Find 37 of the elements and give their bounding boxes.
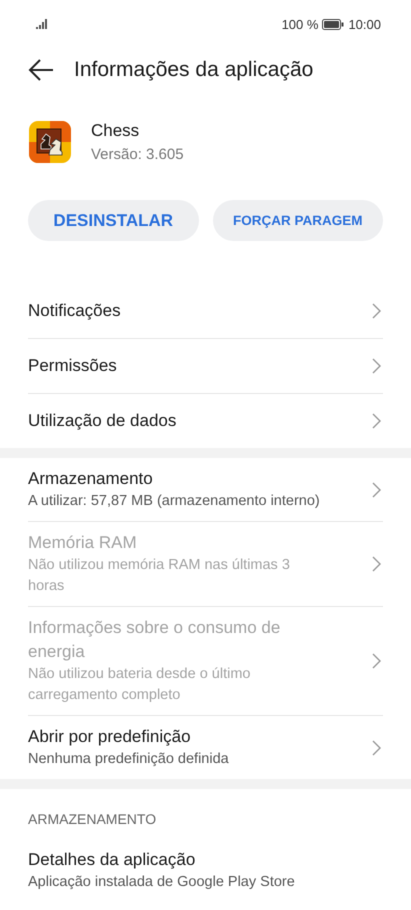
clock: 10:00 (348, 16, 381, 32)
item-title: Utilização de dados (28, 410, 178, 432)
item-title: Abrir por predefinição (28, 726, 192, 748)
item-subtitle: Aplicação instalada de Google Play Store (28, 873, 296, 892)
action-button[interactable]: FORÇAR PARAGEM (212, 200, 383, 241)
battery-icon (322, 18, 344, 30)
chess-app-icon (29, 121, 71, 163)
section-header: ARMAZENAMENTO (28, 810, 158, 829)
item-title: Armazenamento (28, 468, 154, 490)
chevron-right-icon (372, 740, 381, 756)
app-version: Versão: 3.605 (91, 146, 184, 163)
settings-item[interactable]: Notificações (28, 283, 383, 338)
back-button[interactable] (28, 59, 54, 81)
signal-icon (36, 19, 48, 29)
screen-title: Informações da aplicação (74, 58, 314, 82)
back-arrow-icon (28, 59, 54, 81)
app-name: Chess (91, 121, 140, 141)
battery-percentage: 100 % (282, 16, 318, 32)
settings-item[interactable]: Armazenamento A utilizar: 57,87 MB (armazenamento interno) (28, 458, 383, 521)
chevron-right-icon (372, 358, 381, 374)
item-title: Detalhes da aplicação (28, 849, 196, 871)
chevron-right-icon (372, 556, 381, 572)
item-subtitle: A utilizar: 57,87 MB (armazenamento interno) (28, 492, 321, 511)
chevron-right-icon (372, 653, 381, 669)
chevron-right-icon (372, 482, 381, 498)
action-button[interactable]: DESINSTALAR (28, 200, 198, 241)
settings-item[interactable]: Permissões (28, 338, 383, 393)
settings-item[interactable]: Detalhes da aplicação Aplicação instalada de Google Play Store (28, 839, 383, 902)
item-subtitle: Não utilizou memória RAM nas últimas 3 horas (28, 556, 291, 596)
item-subtitle: Não utilizou bateria desde o último carregamento completo (28, 665, 252, 705)
item-subtitle: Nenhuma predefinição definida (28, 750, 230, 769)
item-title: Informações sobre o consumo de energia (28, 617, 282, 663)
item-title: Notificações (28, 300, 122, 322)
chevron-right-icon (372, 413, 381, 429)
item-title: Permissões (28, 355, 118, 377)
item-title: Memória RAM (28, 532, 138, 554)
chevron-right-icon (372, 302, 381, 318)
